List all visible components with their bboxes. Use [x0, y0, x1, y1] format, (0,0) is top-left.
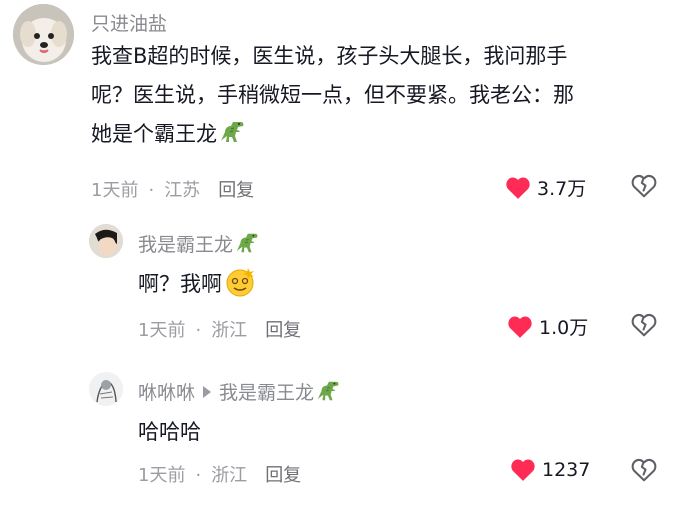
reply-button[interactable]: 回复	[218, 180, 254, 201]
heart-filled-icon	[505, 176, 531, 200]
heart-broken-icon	[631, 458, 657, 482]
comment-meta: 1天前 · 浙江 回复	[138, 316, 301, 342]
avatar[interactable]	[13, 4, 74, 65]
dizzy-face-emoji-icon	[226, 268, 254, 297]
heart-broken-icon	[631, 313, 657, 337]
comment-time: 1天前	[91, 180, 139, 201]
like-button[interactable]: 1.0万	[507, 313, 588, 340]
comment-meta: 1天前 · 江苏 回复	[91, 176, 254, 202]
comment-text-line: 哈哈哈	[138, 420, 201, 444]
comment-username[interactable]: 我是霸王龙	[138, 230, 259, 257]
comment-username: 我是霸王龙	[138, 234, 234, 256]
comment-username[interactable]: 只进油盐	[91, 9, 167, 36]
dislike-button[interactable]	[631, 174, 657, 202]
comment-text: 我查B超的时候，医生说，孩子头大腿长，我问那手 呢？医生说，手稍微短一点，但不要…	[91, 37, 681, 154]
separator-dot: ·	[195, 320, 202, 341]
reply-button[interactable]: 回复	[265, 465, 301, 486]
t-rex-emoji-icon	[314, 379, 340, 403]
like-button[interactable]: 1237	[510, 458, 590, 482]
comment-location: 浙江	[211, 320, 248, 341]
dislike-button[interactable]	[631, 313, 657, 341]
like-count: 1237	[542, 459, 591, 481]
comment-text: 啊？我啊	[138, 265, 258, 304]
t-rex-emoji-icon	[217, 119, 245, 145]
reply-arrow-icon	[203, 386, 212, 398]
person-avatar-icon	[89, 224, 123, 258]
comment-text-line: 她是个霸王龙	[91, 115, 681, 154]
reply-button[interactable]: 回复	[265, 320, 301, 341]
avatar[interactable]	[89, 224, 123, 258]
sketch-avatar-icon	[89, 372, 123, 406]
dog-avatar-icon	[13, 4, 74, 65]
heart-filled-icon	[510, 458, 536, 482]
comment-username[interactable]: 咻咻咻 我是霸王龙	[138, 378, 340, 405]
comment-time: 1天前	[138, 465, 186, 486]
comment-meta: 1天前 · 浙江 回复	[138, 461, 301, 487]
separator-dot: ·	[195, 465, 202, 486]
separator-dot: ·	[148, 180, 155, 201]
t-rex-emoji-icon	[233, 231, 259, 255]
heart-broken-icon	[631, 174, 657, 198]
comment-text-line: 我查B超的时候，医生说，孩子头大腿长，我问那手	[91, 44, 568, 68]
comment-location: 江苏	[164, 180, 201, 201]
comment-text: 哈哈哈	[138, 413, 201, 452]
comment-text-line: 啊？我啊	[138, 272, 222, 296]
like-button[interactable]: 3.7万	[505, 174, 586, 201]
heart-filled-icon	[507, 315, 533, 339]
reply-to-username[interactable]: 我是霸王龙	[219, 382, 314, 404]
comment-text-line: 呢？医生说，手稍微短一点，但不要紧。我老公：那	[91, 83, 574, 107]
comment-text-line: 她是个霸王龙	[91, 122, 217, 146]
comment-time: 1天前	[138, 320, 186, 341]
avatar[interactable]	[89, 372, 123, 406]
like-count: 1.0万	[539, 317, 589, 339]
comment-location: 浙江	[211, 465, 248, 486]
like-count: 3.7万	[537, 178, 587, 200]
dislike-button[interactable]	[631, 458, 657, 486]
comment-username: 咻咻咻	[138, 382, 196, 404]
